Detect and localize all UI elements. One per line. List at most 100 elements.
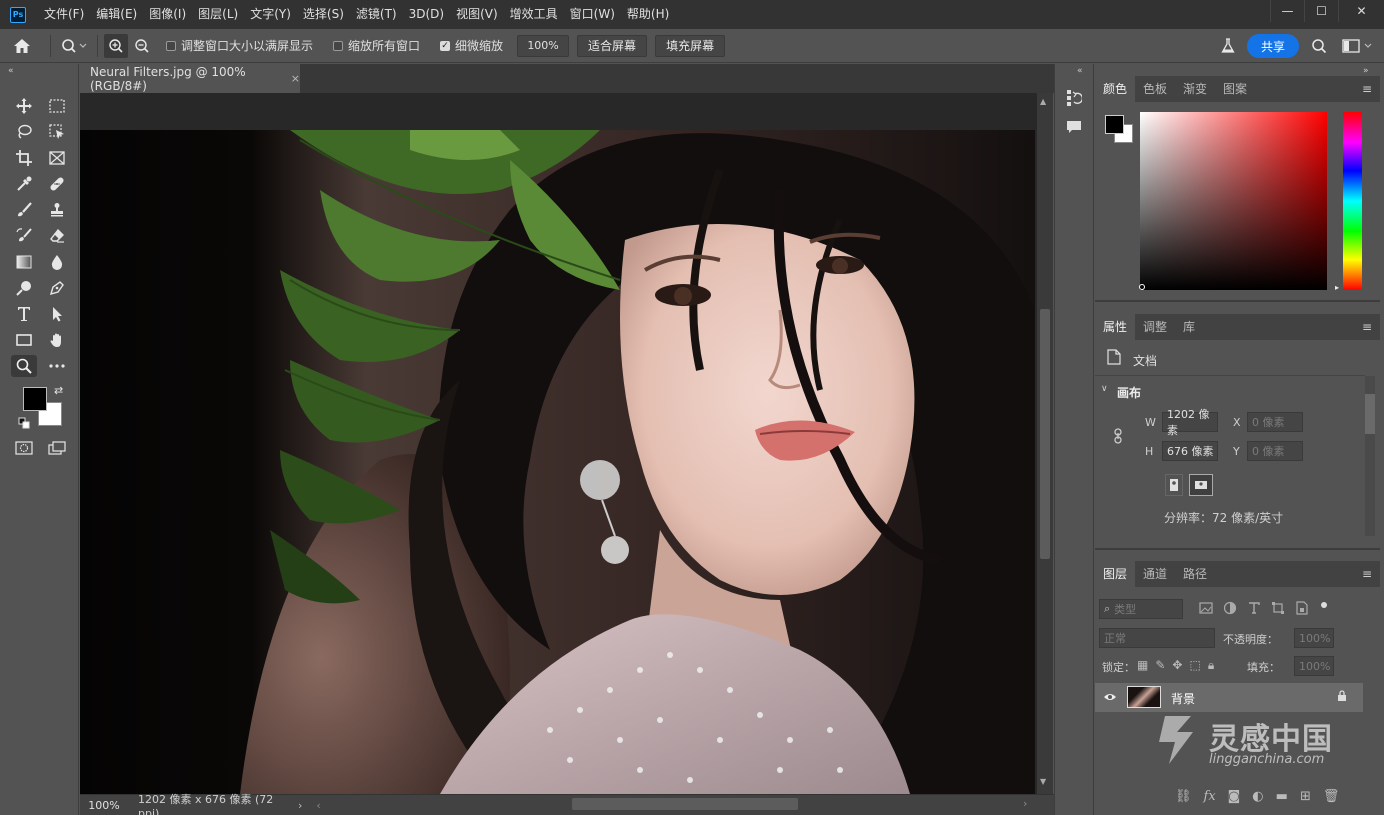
- lock-artboard-icon[interactable]: ⬚: [1189, 658, 1200, 673]
- photo-canvas[interactable]: [80, 130, 1035, 794]
- collapse-toolbar-icon[interactable]: «: [8, 66, 14, 76]
- zoom-tool-icon[interactable]: [11, 355, 37, 377]
- scroll-up-icon[interactable]: ▲: [1040, 97, 1046, 106]
- screen-mode-icon[interactable]: [44, 437, 70, 459]
- crop-tool-icon[interactable]: [11, 147, 37, 169]
- foreground-color-swatch[interactable]: [23, 387, 47, 411]
- comments-panel-icon[interactable]: [1066, 119, 1082, 138]
- menu-file[interactable]: 文件(F): [38, 0, 90, 29]
- filter-adjustment-icon[interactable]: [1223, 601, 1237, 615]
- pen-tool-icon[interactable]: [44, 277, 70, 299]
- collapse-panels-icon[interactable]: »: [1363, 66, 1369, 76]
- fill-field[interactable]: 100%: [1294, 656, 1334, 676]
- tab-patterns[interactable]: 图案: [1215, 76, 1255, 102]
- color-picker-handle[interactable]: [1139, 284, 1145, 290]
- lasso-tool-icon[interactable]: [11, 121, 37, 143]
- home-icon[interactable]: [0, 31, 44, 61]
- menu-help[interactable]: 帮助(H): [621, 0, 675, 29]
- close-tab-icon[interactable]: ×: [291, 72, 300, 85]
- menu-select[interactable]: 选择(S): [297, 0, 350, 29]
- eyedropper-tool-icon[interactable]: [11, 173, 37, 195]
- frame-tool-icon[interactable]: [44, 147, 70, 169]
- menu-edit[interactable]: 编辑(E): [90, 0, 143, 29]
- fit-screen-button[interactable]: 适合屏幕: [577, 34, 648, 57]
- layer-name[interactable]: 背景: [1171, 690, 1195, 707]
- scrollbar-thumb[interactable]: [1365, 394, 1375, 434]
- fx-icon[interactable]: fx: [1204, 789, 1216, 804]
- expand-dock-icon[interactable]: «: [1077, 66, 1083, 76]
- x-field[interactable]: 0 像素: [1247, 412, 1303, 432]
- color-foreground-swatch[interactable]: [1105, 115, 1124, 134]
- close-icon[interactable]: ✕: [1338, 0, 1384, 22]
- menu-layer[interactable]: 图层(L): [192, 0, 244, 29]
- menu-plugins[interactable]: 增效工具: [504, 0, 564, 29]
- scroll-right-icon[interactable]: ›: [1023, 797, 1027, 810]
- link-icon[interactable]: ⛓︎: [1175, 789, 1192, 804]
- filter-type-icon[interactable]: [1247, 601, 1261, 615]
- eraser-tool-icon[interactable]: [44, 225, 70, 247]
- history-panel-icon[interactable]: [1066, 89, 1084, 110]
- blend-mode-select[interactable]: 正常: [1099, 628, 1215, 648]
- brush-tool-icon[interactable]: [11, 199, 37, 221]
- rectangle-tool-icon[interactable]: [11, 329, 37, 351]
- dodge-tool-icon[interactable]: [11, 277, 37, 299]
- default-colors-icon[interactable]: [18, 417, 30, 432]
- filter-shape-icon[interactable]: [1271, 601, 1285, 615]
- hand-tool-icon[interactable]: [44, 329, 70, 351]
- gradient-tool-icon[interactable]: [11, 251, 37, 273]
- width-field[interactable]: 1202 像素: [1162, 408, 1218, 437]
- y-field[interactable]: 0 像素: [1247, 441, 1303, 461]
- chevron-down-icon[interactable]: ∨: [1101, 384, 1108, 394]
- menu-type[interactable]: 文字(Y): [244, 0, 297, 29]
- filter-toggle-icon[interactable]: [1319, 601, 1329, 615]
- tab-swatches[interactable]: 色板: [1135, 76, 1175, 102]
- tab-layers[interactable]: 图层: [1095, 561, 1136, 587]
- move-tool-icon[interactable]: [11, 95, 37, 117]
- zoom-out-icon[interactable]: [128, 34, 156, 58]
- layer-row[interactable]: 背景: [1095, 683, 1363, 712]
- mask-icon[interactable]: ◙: [1228, 789, 1241, 804]
- hue-slider-handle-icon[interactable]: ▸: [1335, 283, 1339, 292]
- scroll-left-icon[interactable]: ‹: [316, 799, 320, 812]
- clone-stamp-tool-icon[interactable]: [44, 199, 70, 221]
- layer-filter-select[interactable]: ⌕ 类型: [1099, 599, 1183, 619]
- height-field[interactable]: 676 像素: [1162, 441, 1218, 461]
- panel-menu-icon[interactable]: ≡: [1362, 82, 1372, 96]
- more-tools-icon[interactable]: [44, 355, 70, 377]
- history-brush-tool-icon[interactable]: [11, 225, 37, 247]
- tab-color[interactable]: 颜色: [1095, 76, 1136, 102]
- tab-paths[interactable]: 路径: [1175, 561, 1215, 587]
- type-tool-icon[interactable]: [11, 303, 37, 325]
- lock-transparent-icon[interactable]: ▦: [1137, 658, 1148, 673]
- tab-properties[interactable]: 属性: [1095, 314, 1136, 340]
- tab-gradients[interactable]: 渐变: [1175, 76, 1215, 102]
- maximize-icon[interactable]: ☐: [1304, 0, 1338, 22]
- properties-scrollbar[interactable]: [1365, 376, 1375, 536]
- path-selection-tool-icon[interactable]: [44, 303, 70, 325]
- object-selection-tool-icon[interactable]: [44, 121, 70, 143]
- menu-filter[interactable]: 滤镜(T): [350, 0, 403, 29]
- lock-position-icon[interactable]: ✥: [1172, 658, 1182, 673]
- filter-smart-object-icon[interactable]: [1295, 601, 1309, 615]
- fill-screen-button[interactable]: 填充屏幕: [655, 34, 726, 57]
- menu-window[interactable]: 窗口(W): [564, 0, 621, 29]
- scrubby-zoom-checkbox[interactable]: ✓ 细微缩放: [440, 37, 503, 54]
- vertical-scrollbar[interactable]: ▲ ▼: [1037, 93, 1053, 794]
- folder-icon[interactable]: ▬: [1276, 789, 1288, 804]
- status-menu-icon[interactable]: ›: [298, 799, 302, 812]
- zoom-all-windows-checkbox[interactable]: 缩放所有窗口: [333, 37, 420, 54]
- menu-3d[interactable]: 3D(D): [403, 0, 450, 29]
- trash-icon[interactable]: 🗑︎: [1323, 789, 1340, 804]
- zoom-tool-preset-icon[interactable]: [57, 38, 91, 54]
- zoom-level-field[interactable]: 100%: [80, 799, 128, 812]
- swap-colors-icon[interactable]: ⇄: [54, 384, 63, 397]
- panel-menu-icon[interactable]: ≡: [1362, 567, 1372, 581]
- menu-image[interactable]: 图像(I): [143, 0, 192, 29]
- share-button[interactable]: 共享: [1247, 34, 1299, 58]
- blur-tool-icon[interactable]: [44, 251, 70, 273]
- lock-all-icon[interactable]: 🔒︎: [1208, 658, 1214, 673]
- menu-view[interactable]: 视图(V): [450, 0, 504, 29]
- lock-paint-icon[interactable]: ✎: [1155, 658, 1165, 673]
- tab-adjustments[interactable]: 调整: [1135, 314, 1175, 340]
- link-dimensions-icon[interactable]: [1113, 428, 1123, 447]
